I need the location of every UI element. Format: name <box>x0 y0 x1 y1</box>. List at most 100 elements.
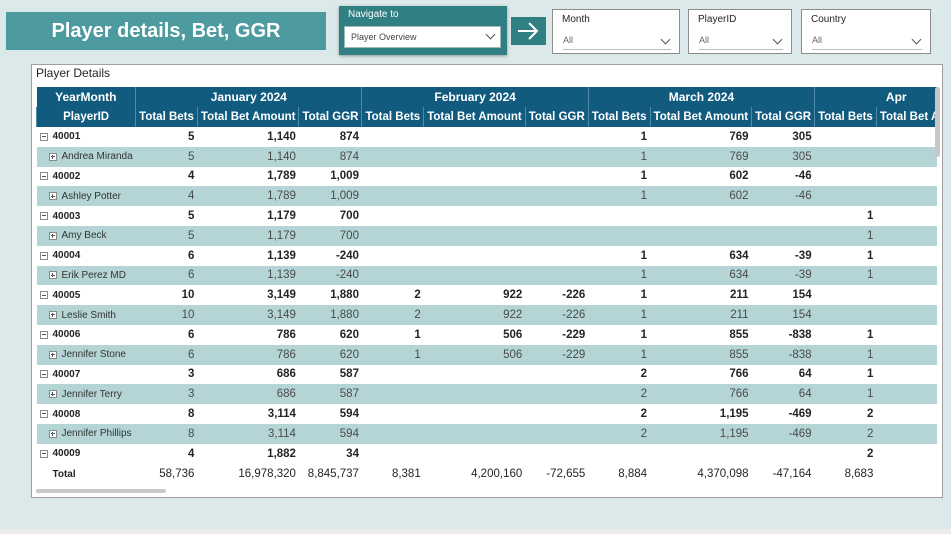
table-row-player-name[interactable]: Leslie Smith 10 3,149 1,880 2 922 -226 1 211 154 <box>36 305 937 325</box>
corner-playerid[interactable]: PlayerID <box>36 107 136 127</box>
row-header[interactable]: Leslie Smith <box>36 305 136 325</box>
table-cell <box>814 285 877 306</box>
table-row-player[interactable]: 40002 4 1,789 1,009 1 602 -46 <box>36 166 937 187</box>
table-cell <box>525 443 589 465</box>
expand-icon[interactable] <box>48 350 57 359</box>
row-header[interactable]: Amy Beck <box>36 225 136 246</box>
row-header[interactable]: 40001 <box>36 127 136 147</box>
table-cell <box>751 225 815 246</box>
table-cell: 922 <box>423 305 526 325</box>
table-cell <box>525 423 589 444</box>
row-header[interactable]: 40008 <box>36 404 136 424</box>
row-header[interactable]: Jennifer Phillips <box>36 423 136 444</box>
row-header[interactable]: 40005 <box>36 285 136 306</box>
vertical-scrollbar[interactable] <box>935 87 940 157</box>
month-slicer-value: All <box>563 35 574 45</box>
table-row-player[interactable]: 40001 5 1,140 874 1 769 305 <box>36 127 937 147</box>
table-row-player[interactable]: 40009 4 1,882 34 2 <box>36 443 937 465</box>
collapse-icon[interactable] <box>39 370 48 379</box>
row-header[interactable]: 40006 <box>36 324 136 345</box>
table-cell: 766 <box>650 384 752 405</box>
month-header[interactable]: Apr <box>814 87 937 107</box>
month-slicer[interactable]: Month All <box>552 9 680 54</box>
column-header[interactable]: Total Bets <box>135 107 198 127</box>
country-slicer-dropdown[interactable]: All <box>812 34 922 50</box>
column-header[interactable]: Total Bets <box>814 107 877 127</box>
column-header[interactable]: Total GGR <box>751 107 815 127</box>
row-label: Jennifer Stone <box>61 349 127 361</box>
row-header[interactable]: Andrea Miranda <box>36 146 136 167</box>
navigate-dropdown[interactable]: Player Overview <box>344 26 501 48</box>
month-slicer-dropdown[interactable]: All <box>563 34 671 50</box>
column-header[interactable]: Total GGR <box>524 107 589 127</box>
table-row-player-name[interactable]: Ashley Potter 4 1,789 1,009 1 602 -46 <box>36 186 937 207</box>
collapse-icon[interactable] <box>39 291 48 300</box>
table-cell: 1,789 <box>197 186 299 207</box>
column-header[interactable]: Total Bet Amount <box>649 107 752 127</box>
table-cell: 2 <box>814 404 877 424</box>
table-row-player[interactable]: 40004 6 1,139 -240 1 634 -39 1 <box>36 245 937 266</box>
collapse-icon[interactable] <box>39 251 48 260</box>
table-cell: 1,139 <box>197 265 299 286</box>
table-row-player-name[interactable]: Andrea Miranda 5 1,140 874 1 769 305 <box>36 146 937 167</box>
country-slicer[interactable]: Country All <box>801 9 931 54</box>
collapse-icon[interactable] <box>39 409 48 418</box>
expand-icon[interactable] <box>48 192 57 201</box>
table-cell: 1,880 <box>298 285 362 306</box>
row-header[interactable]: Ashley Potter <box>36 186 136 207</box>
row-header[interactable]: Jennifer Terry <box>36 384 136 405</box>
column-header[interactable]: Total Bets <box>587 107 651 127</box>
matrix-scroll-area[interactable]: YearMonth January 2024 February 2024 Mar… <box>36 87 937 491</box>
table-row-player-name[interactable]: Jennifer Phillips 8 3,114 594 2 1,195 -469 2 <box>36 423 937 444</box>
row-header[interactable]: 40007 <box>36 364 136 385</box>
collapse-icon[interactable] <box>39 449 48 458</box>
column-header[interactable]: Total Bet Amount <box>423 107 526 127</box>
table-row-player[interactable]: 40006 6 786 620 1 506 -229 1 855 -838 1 <box>36 324 937 345</box>
row-header[interactable]: 40002 <box>36 166 136 187</box>
expand-icon[interactable] <box>48 310 57 319</box>
expand-icon[interactable] <box>48 152 57 161</box>
expand-icon[interactable] <box>48 429 57 438</box>
collapse-icon[interactable] <box>39 132 48 141</box>
row-label: 40007 <box>52 368 81 380</box>
row-header[interactable]: 40003 <box>36 206 136 226</box>
month-header[interactable]: January 2024 <box>135 87 362 107</box>
player-details-matrix: YearMonth January 2024 February 2024 Mar… <box>36 87 937 485</box>
row-label: Jennifer Terry <box>61 388 122 400</box>
expand-icon[interactable] <box>48 271 57 280</box>
collapse-icon[interactable] <box>39 211 48 220</box>
column-header[interactable]: Total Bets <box>361 107 424 127</box>
expand-icon[interactable] <box>48 390 57 399</box>
table-cell <box>361 186 424 207</box>
collapse-icon[interactable] <box>39 172 48 181</box>
row-header[interactable]: 40009 <box>36 443 136 465</box>
table-row-player[interactable]: 40005 10 3,149 1,880 2 922 -226 1 211 154 <box>36 285 937 306</box>
horizontal-scrollbar[interactable] <box>36 489 166 493</box>
column-header[interactable]: Total GGR <box>298 107 362 127</box>
row-header[interactable]: Erik Perez MD <box>36 265 136 286</box>
column-header[interactable]: Total Bet Amount <box>875 107 937 127</box>
table-row-player[interactable]: 40008 8 3,114 594 2 1,195 -469 2 <box>36 404 937 424</box>
month-header[interactable]: March 2024 <box>587 87 815 107</box>
table-row-player[interactable]: 40003 5 1,179 700 1 <box>36 206 937 226</box>
table-cell <box>423 206 526 226</box>
table-row-player-name[interactable]: Jennifer Terry 3 686 587 2 766 64 1 <box>36 384 937 405</box>
table-cell: 1 <box>588 305 651 325</box>
collapse-icon[interactable] <box>39 330 48 339</box>
table-row-player[interactable]: 40007 3 686 587 2 766 64 1 <box>36 364 937 385</box>
row-header[interactable]: Jennifer Stone <box>36 344 136 365</box>
navigate-arrow-button[interactable] <box>511 17 546 45</box>
table-row-player-name[interactable]: Jennifer Stone 6 786 620 1 506 -229 1 855 -838 1 <box>36 344 937 365</box>
expand-icon[interactable] <box>48 231 57 240</box>
row-header[interactable]: 40004 <box>36 245 136 266</box>
table-cell: 1 <box>814 265 877 286</box>
table-cell: 1,195 <box>650 404 752 424</box>
playerid-slicer-dropdown[interactable]: All <box>699 34 783 50</box>
table-cell: 874 <box>298 127 362 147</box>
column-header[interactable]: Total Bet Amount <box>196 107 299 127</box>
playerid-slicer[interactable]: PlayerID All <box>688 9 792 54</box>
month-header[interactable]: February 2024 <box>361 87 589 107</box>
table-cell <box>423 245 526 266</box>
table-row-player-name[interactable]: Amy Beck 5 1,179 700 1 <box>36 225 937 246</box>
table-row-player-name[interactable]: Erik Perez MD 6 1,139 -240 1 634 -39 1 <box>36 265 937 286</box>
